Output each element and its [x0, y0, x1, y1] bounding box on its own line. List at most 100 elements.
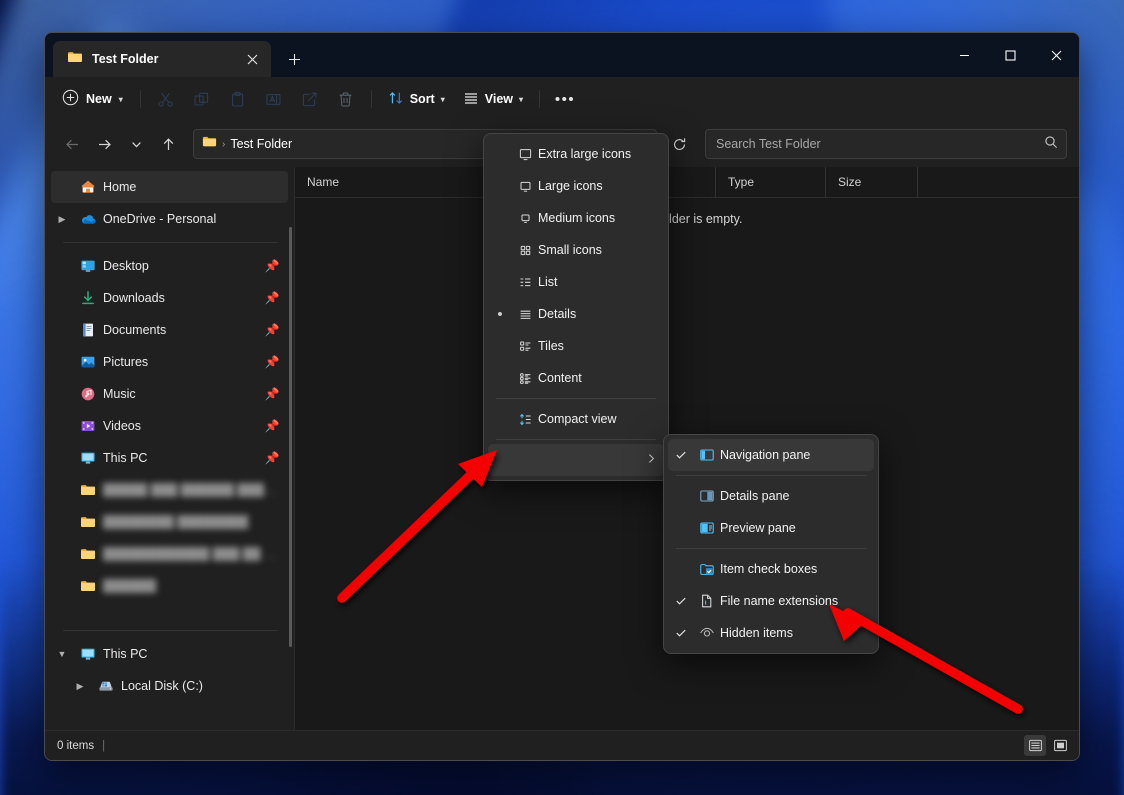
forward-button[interactable] [89, 129, 119, 159]
sidebar-separator-1 [63, 242, 278, 243]
menu-item-item-check-boxes[interactable]: Item check boxes [668, 553, 874, 585]
copy-icon[interactable] [185, 84, 219, 114]
menu-item-navigation-pane[interactable]: Navigation pane [668, 439, 874, 471]
view-lines-icon [463, 90, 479, 109]
menu-item-show[interactable] [488, 444, 664, 476]
tab-test-folder[interactable]: Test Folder [53, 41, 271, 77]
more-ellipsis-icon[interactable]: ••• [548, 84, 582, 114]
maximize-icon[interactable] [987, 33, 1033, 77]
sidebar-item-label: Videos [103, 419, 141, 433]
recent-locations-button[interactable] [121, 129, 151, 159]
sidebar-item-redacted-1[interactable]: █████ ███ ██████ █████ ██ [51, 474, 288, 506]
pin-icon[interactable]: 📌 [264, 259, 280, 273]
downloads-icon [75, 290, 101, 306]
breadcrumb-path[interactable]: Test Folder [230, 137, 292, 151]
menu-item-label: File name extensions [720, 594, 839, 608]
sidebar-item-label: ████████████ ███ ██ ██ [103, 547, 280, 561]
search-input[interactable]: Search Test Folder [716, 137, 1044, 151]
close-icon[interactable] [1033, 33, 1079, 77]
trash-icon[interactable] [329, 84, 363, 114]
column-header-type-label: Type [728, 175, 755, 189]
pin-icon[interactable]: 📌 [264, 323, 280, 337]
pin-icon[interactable]: 📌 [264, 355, 280, 369]
chevron-right-icon[interactable]: ▶ [69, 681, 91, 692]
menu-item-file-name-extensions[interactable]: File name extensions [668, 585, 874, 617]
menu-item-hidden-items[interactable]: Hidden items [668, 617, 874, 649]
menu-item-preview-pane[interactable]: Preview pane [668, 512, 874, 544]
sidebar-item-this-pc[interactable]: This PC 📌 [51, 442, 288, 474]
sidebar-item-music[interactable]: Music 📌 [51, 378, 288, 410]
sort-button[interactable]: Sort ▾ [380, 84, 453, 114]
plus-circle-icon [62, 89, 79, 109]
menu-item-compact-view[interactable]: Compact view [488, 403, 664, 435]
sidebar-item-local-disk-c[interactable]: ▶ Local Disk (C:) [51, 670, 288, 702]
sidebar-item-pictures[interactable]: Pictures 📌 [51, 346, 288, 378]
menu-item-extra-large-icons[interactable]: Extra large icons [488, 138, 664, 170]
sidebar-item-onedrive[interactable]: ▶ OneDrive - Personal [51, 203, 288, 235]
sidebar-item-label: Local Disk (C:) [121, 679, 203, 693]
back-button[interactable] [57, 129, 87, 159]
menu-item-label: Content [538, 371, 582, 385]
pin-icon[interactable]: 📌 [264, 387, 280, 401]
menu-item-label: Navigation pane [720, 448, 811, 462]
sidebar-item-label: Desktop [103, 259, 149, 273]
menu-item-content[interactable]: Content [488, 362, 664, 394]
status-separator: | [102, 739, 106, 752]
sidebar-item-redacted-4[interactable]: ██████ [51, 570, 288, 602]
medium-icons-icon [512, 211, 538, 226]
pin-icon[interactable]: 📌 [264, 291, 280, 305]
pin-icon[interactable]: 📌 [264, 419, 280, 433]
menu-item-medium-icons[interactable]: Medium icons [488, 202, 664, 234]
cut-icon[interactable] [149, 84, 183, 114]
chevron-down-icon[interactable]: ▼ [51, 649, 73, 659]
view-button[interactable]: View ▾ [455, 84, 531, 114]
chevron-down-icon: ▾ [118, 94, 123, 104]
menu-item-list[interactable]: List [488, 266, 664, 298]
window-controls [941, 33, 1079, 77]
menu-item-label: Item check boxes [720, 562, 818, 576]
new-button[interactable]: New ▾ [55, 84, 132, 114]
new-tab-icon[interactable] [277, 42, 311, 76]
sidebar-item-downloads[interactable]: Downloads 📌 [51, 282, 288, 314]
rename-icon[interactable] [257, 84, 291, 114]
menu-item-label: Details [538, 307, 577, 321]
search-box[interactable]: Search Test Folder [705, 129, 1067, 159]
menu-item-large-icons[interactable]: Large icons [488, 170, 664, 202]
sidebar-item-desktop[interactable]: Desktop 📌 [51, 250, 288, 282]
sidebar-item-videos[interactable]: Videos 📌 [51, 410, 288, 442]
menu-item-label: Hidden items [720, 626, 793, 640]
checkmark-icon [668, 627, 694, 639]
up-button[interactable] [153, 129, 183, 159]
menu-item-label: Tiles [538, 339, 564, 353]
sidebar-item-this-pc-tree[interactable]: ▼ This PC [51, 638, 288, 670]
item-check-boxes-icon [694, 561, 720, 577]
music-icon [75, 386, 101, 402]
tab-close-icon[interactable] [239, 46, 265, 72]
details-view-icon[interactable] [1024, 735, 1046, 756]
menu-item-label: Preview pane [720, 521, 796, 535]
share-icon[interactable] [293, 84, 327, 114]
sidebar-item-home[interactable]: Home [51, 171, 288, 203]
menu-item-details-pane[interactable]: Details pane [668, 480, 874, 512]
column-header-type[interactable]: Type [715, 166, 825, 198]
sidebar-item-documents[interactable]: Documents 📌 [51, 314, 288, 346]
menu-item-tiles[interactable]: Tiles [488, 330, 664, 362]
compact-view-icon [512, 412, 538, 427]
paste-icon[interactable] [221, 84, 255, 114]
large-icons-view-icon[interactable] [1049, 735, 1071, 756]
item-count-label: 0 items [57, 739, 95, 752]
minimize-icon[interactable] [941, 33, 987, 77]
menu-item-label: Large icons [538, 179, 603, 193]
sidebar-item-redacted-3[interactable]: ████████████ ███ ██ ██ [51, 538, 288, 570]
menu-item-small-icons[interactable]: Small icons [488, 234, 664, 266]
sidebar-item-redacted-2[interactable]: ████████ ████████ [51, 506, 288, 538]
documents-icon [75, 322, 101, 338]
menu-item-details[interactable]: • Details [488, 298, 664, 330]
chevron-down-icon: ▾ [440, 94, 445, 104]
column-header-name-label: Name [307, 175, 340, 189]
pin-icon[interactable]: 📌 [264, 451, 280, 465]
sidebar-scrollbar[interactable] [289, 227, 292, 647]
chevron-right-icon[interactable]: ▶ [51, 214, 73, 225]
column-header-size[interactable]: Size [825, 166, 917, 198]
content-icon [512, 371, 538, 386]
